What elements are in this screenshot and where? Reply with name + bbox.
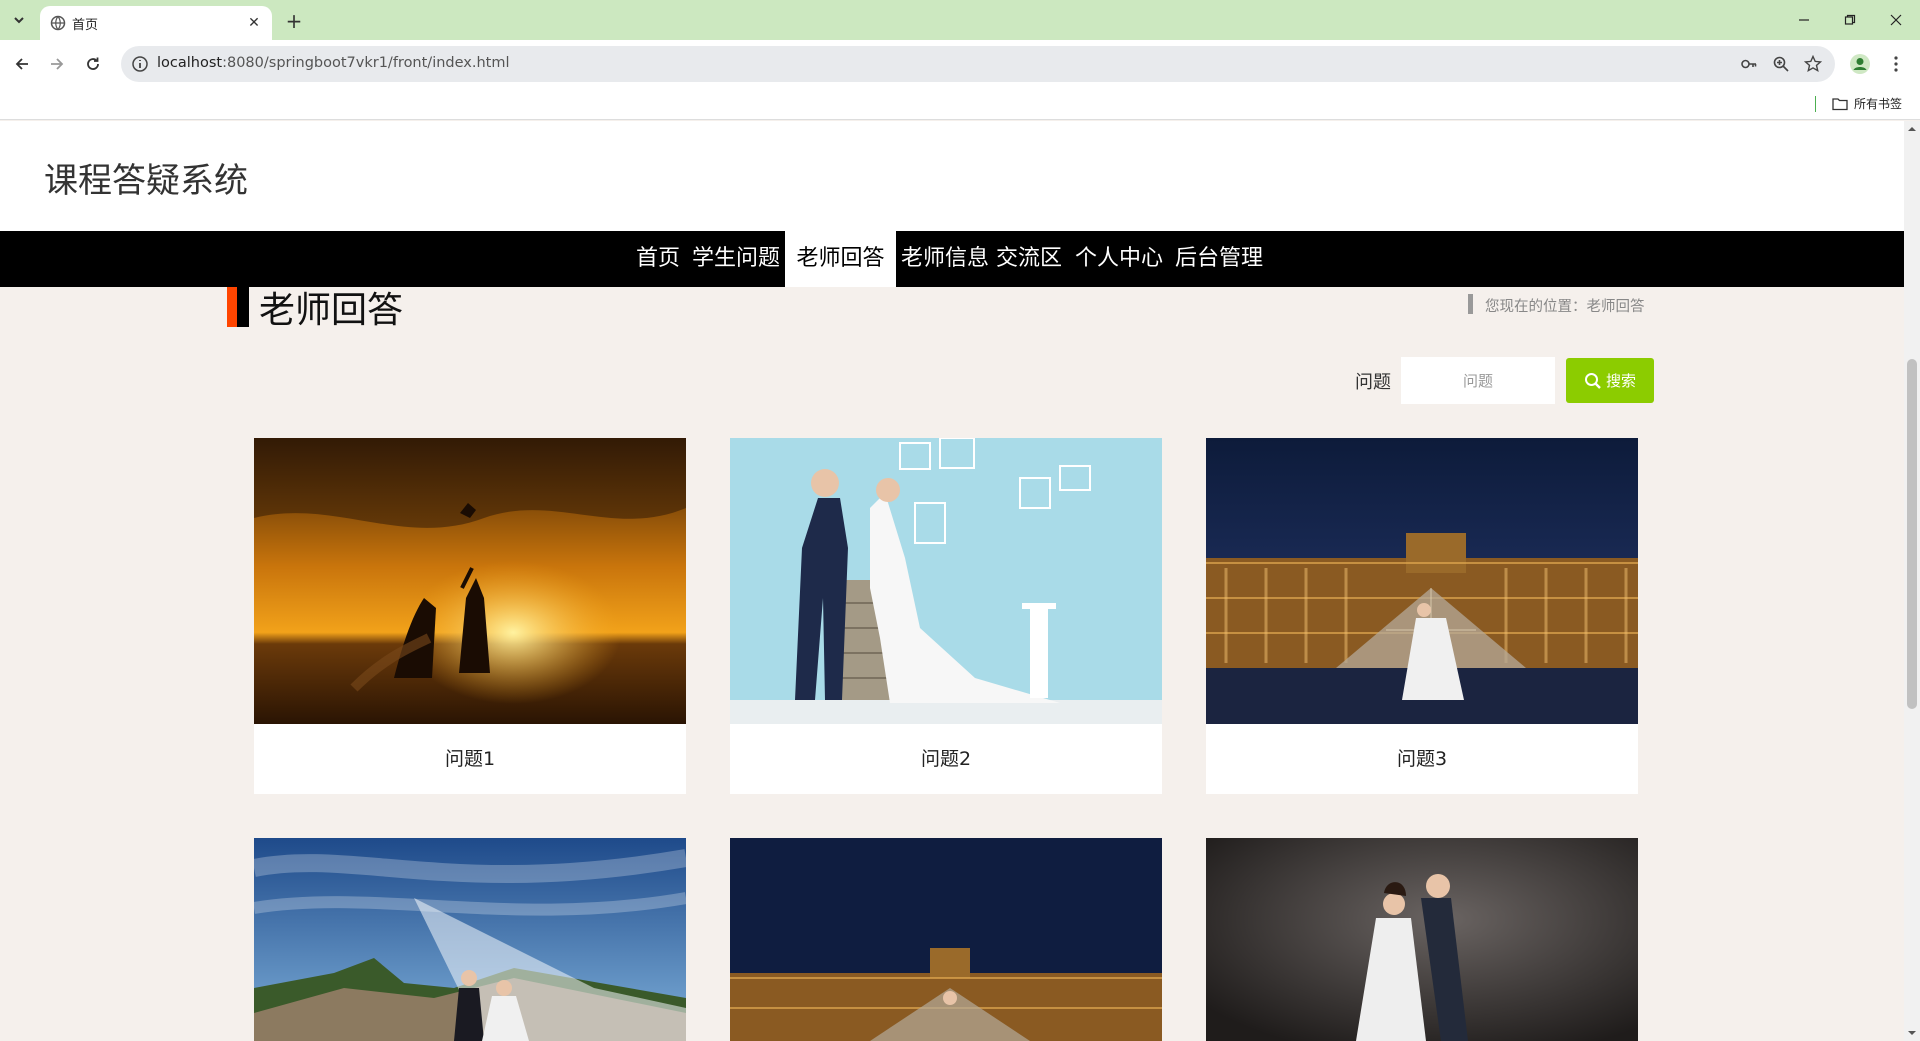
- minimize-icon: [1799, 19, 1809, 21]
- browser-tab[interactable]: 首页 ✕: [40, 6, 272, 40]
- arrow-left-icon: [15, 58, 28, 70]
- browser-toolbar: localhost:8080/springboot7vkr1/front/ind…: [0, 40, 1920, 88]
- back-button[interactable]: [8, 50, 36, 78]
- all-bookmarks-button[interactable]: 所有书签: [1832, 95, 1902, 112]
- answer-card[interactable]: [254, 838, 686, 1041]
- nav-item-admin[interactable]: 后台管理: [1173, 231, 1265, 287]
- answer-card[interactable]: [1206, 838, 1638, 1041]
- zoom-icon[interactable]: [1771, 54, 1791, 74]
- key-icon[interactable]: [1739, 54, 1759, 74]
- site-header: 课程答疑系统: [0, 121, 1904, 231]
- tab-title: 首页: [72, 18, 99, 33]
- card-caption[interactable]: 问题2: [730, 724, 1162, 794]
- bookmark-separator: [1815, 96, 1816, 112]
- search-icon: [1584, 372, 1601, 389]
- nav-item-user-center[interactable]: 个人中心: [1073, 231, 1165, 287]
- nav-item-teacher-info[interactable]: 老师信息: [899, 231, 991, 287]
- close-icon: [1890, 14, 1902, 26]
- page-title: 老师回答: [259, 290, 404, 331]
- answer-card[interactable]: 问题1: [254, 438, 686, 794]
- card-image[interactable]: [1206, 838, 1638, 1041]
- star-icon[interactable]: [1803, 54, 1823, 74]
- scroll-down-icon[interactable]: [1908, 1029, 1916, 1037]
- arrow-right-icon: [51, 58, 64, 70]
- restore-button[interactable]: [1830, 8, 1870, 32]
- breadcrumb-marker: [1468, 294, 1473, 314]
- minimize-button[interactable]: [1784, 8, 1824, 32]
- profile-button[interactable]: [1846, 50, 1874, 78]
- close-window-button[interactable]: [1876, 8, 1916, 32]
- card-image[interactable]: [254, 438, 686, 724]
- answer-card[interactable]: [730, 838, 1162, 1041]
- nav-item-forum[interactable]: 交流区: [994, 231, 1064, 287]
- breadcrumb: 您现在的位置：老师回答: [1485, 299, 1645, 315]
- search-label: 问题: [1355, 372, 1391, 393]
- address-bar[interactable]: localhost:8080/springboot7vkr1/front/ind…: [121, 46, 1835, 82]
- nav-item-teacher-answers[interactable]: 老师回答: [785, 231, 896, 287]
- browser-tab-bar: 首页 ✕ +: [0, 0, 1920, 40]
- chevron-down-icon: [14, 17, 24, 24]
- section-title-marker: [227, 287, 249, 327]
- search-button[interactable]: 搜索: [1566, 358, 1654, 403]
- url-text: localhost:8080/springboot7vkr1/front/ind…: [157, 55, 510, 71]
- tab-search-button[interactable]: [6, 8, 32, 32]
- reload-button[interactable]: [79, 50, 107, 78]
- answer-card[interactable]: 问题2: [730, 438, 1162, 794]
- card-image[interactable]: [254, 838, 686, 1041]
- nav-item-student-questions[interactable]: 学生问题: [690, 231, 782, 287]
- avatar-icon: [1850, 54, 1870, 74]
- forward-button[interactable]: [43, 50, 71, 78]
- card-image[interactable]: [1206, 438, 1638, 724]
- restore-icon: [1844, 14, 1856, 25]
- card-caption[interactable]: 问题3: [1206, 724, 1638, 794]
- page-viewport: 课程答疑系统 首页 学生问题 老师回答 老师信息 交流区 个人中心 后台管理 老…: [0, 121, 1904, 1041]
- bookmark-bar: 所有书签: [0, 88, 1920, 120]
- browser-menu-button[interactable]: [1884, 50, 1908, 78]
- close-icon[interactable]: ✕: [244, 13, 264, 33]
- nav-item-home[interactable]: 首页: [630, 231, 686, 287]
- site-title: 课程答疑系统: [44, 161, 248, 201]
- globe-icon: [50, 15, 66, 31]
- reload-icon: [87, 57, 99, 70]
- folder-icon: [1832, 97, 1848, 110]
- answer-card[interactable]: 问题3: [1206, 438, 1638, 794]
- scroll-up-icon[interactable]: [1908, 125, 1916, 133]
- info-icon[interactable]: [131, 55, 149, 73]
- card-caption[interactable]: 问题1: [254, 724, 686, 794]
- new-tab-button[interactable]: +: [282, 9, 306, 33]
- card-image[interactable]: [730, 838, 1162, 1041]
- page-scrollbar[interactable]: [1904, 121, 1920, 1041]
- main-nav: 首页 学生问题 老师回答 老师信息 交流区 个人中心 后台管理: [0, 231, 1904, 287]
- more-vert-icon: [1894, 56, 1898, 72]
- scrollbar-thumb[interactable]: [1907, 359, 1917, 709]
- search-input[interactable]: [1401, 357, 1555, 404]
- card-image[interactable]: [730, 438, 1162, 724]
